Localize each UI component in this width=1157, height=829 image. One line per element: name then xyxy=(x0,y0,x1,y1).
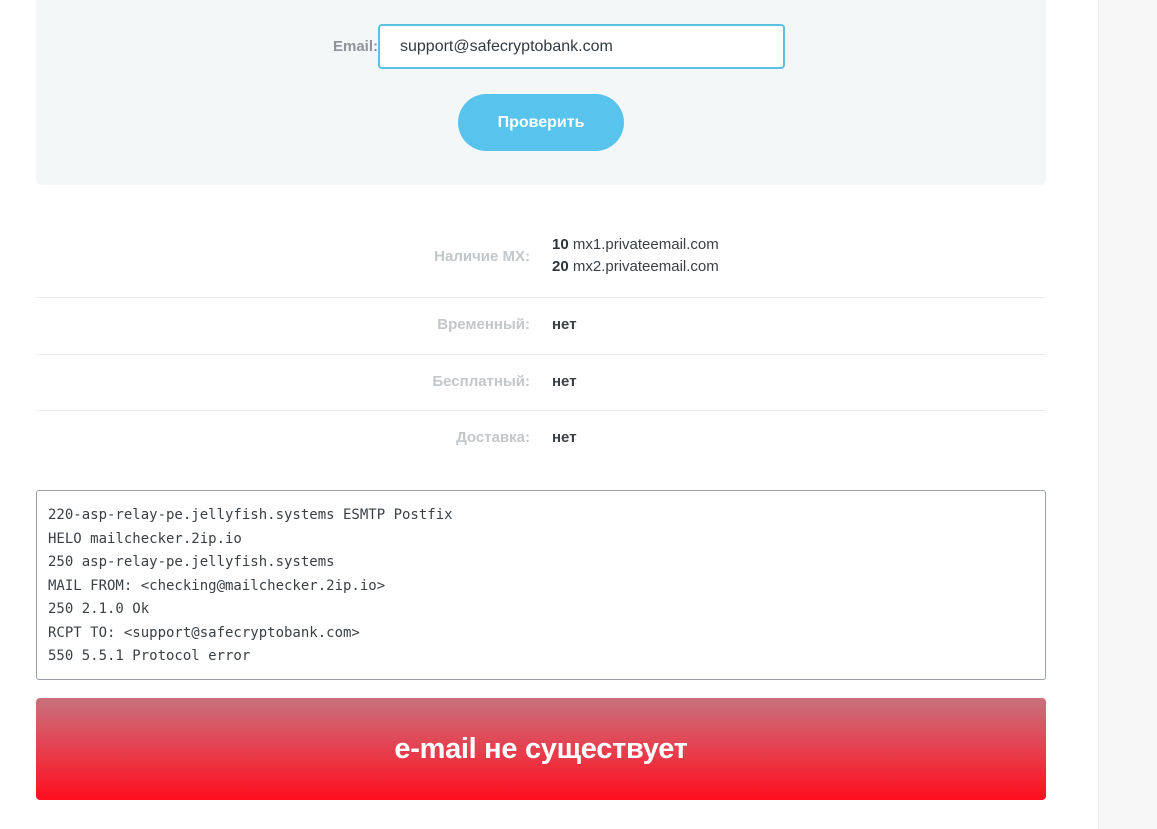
delivery-row: Доставка: нет xyxy=(36,411,1046,468)
mx-priority: 20 xyxy=(552,258,569,275)
verdict-banner: e-mail не существует xyxy=(36,698,1046,800)
free-value: нет xyxy=(552,372,577,390)
mx-host: mx2.privateemail.com xyxy=(572,258,719,275)
log-line: MAIL FROM: <checking@mailchecker.2ip.io> xyxy=(48,577,386,594)
delivery-label: Доставка: xyxy=(456,429,530,446)
log-line: 220-asp-relay-pe.jellyfish.systems ESMTP… xyxy=(48,507,453,523)
log-line: 250 asp-relay-pe.jellyfish.systems xyxy=(48,554,335,570)
mx-record: 10 mx1.privateemail.com xyxy=(552,234,719,256)
temporary-label: Временный: xyxy=(437,316,530,333)
log-line: HELO mailchecker.2ip.io xyxy=(48,530,242,547)
log-line: 250 2.1.0 Ok xyxy=(48,601,150,617)
verdict-text: e-mail не существует xyxy=(394,732,688,765)
temporary-value: нет xyxy=(552,316,577,333)
log-line: RCPT TO: <support@safecryptobank.com> xyxy=(48,624,360,641)
temporary-row: Временный: нет xyxy=(36,298,1046,355)
mx-host: mx1.privateemail.com xyxy=(572,236,719,253)
email-label: Email: xyxy=(332,38,378,55)
right-sidebar xyxy=(1098,0,1157,829)
free-label: Бесплатный: xyxy=(432,372,530,390)
log-line: 550 5.5.1 Protocol error xyxy=(48,648,251,664)
mx-label: Наличие MX: xyxy=(434,248,530,265)
mx-record: 20 mx2.privateemail.com xyxy=(552,256,719,278)
free-row: Бесплатный: нет xyxy=(36,355,1046,411)
results-table: Наличие MX: 10 mx1.privateemail.com 20 m… xyxy=(36,222,1046,468)
email-input[interactable] xyxy=(378,24,785,69)
check-button[interactable]: Проверить xyxy=(458,94,624,151)
email-checker-page: Email: Проверить Наличие MX: 10 mx1.priv… xyxy=(0,0,1157,829)
mx-records: 10 mx1.privateemail.com 20 mx2.privateem… xyxy=(552,234,719,278)
smtp-log[interactable]: 220-asp-relay-pe.jellyfish.systems ESMTP… xyxy=(36,490,1046,680)
mx-row: Наличие MX: 10 mx1.privateemail.com 20 m… xyxy=(36,222,1046,298)
delivery-value: нет xyxy=(552,429,577,446)
mx-priority: 10 xyxy=(552,236,569,253)
email-check-form: Email: Проверить xyxy=(36,0,1046,185)
